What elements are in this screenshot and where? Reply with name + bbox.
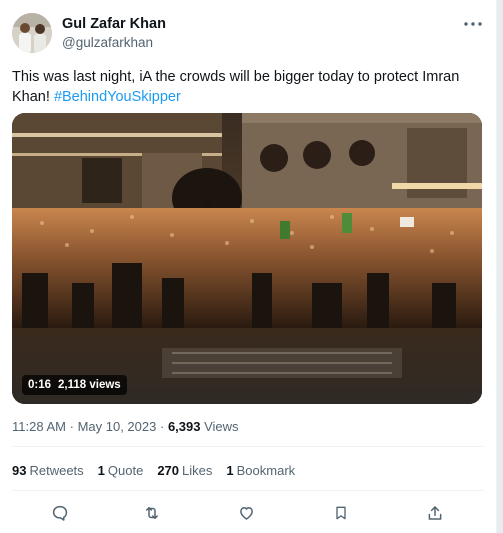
tweet-header: Gul Zafar Khan @gulzafarkhan xyxy=(12,13,484,55)
bookmarks-stat[interactable]: 1 Bookmark xyxy=(226,462,295,479)
hashtag-link[interactable]: #BehindYouSkipper xyxy=(54,89,181,105)
video-player[interactable] xyxy=(12,113,482,404)
author-display-name[interactable]: Gul Zafar Khan xyxy=(62,15,166,34)
video-badge: 0:16 2,118 views xyxy=(22,375,127,395)
avatar[interactable] xyxy=(12,13,52,53)
tweet-date[interactable]: May 10, 2023 xyxy=(78,419,157,434)
quotes-count: 1 xyxy=(97,463,105,478)
views-label: Views xyxy=(204,419,239,434)
more-options-button[interactable] xyxy=(462,15,484,33)
author-handle[interactable]: @gulzafarkhan xyxy=(62,34,166,52)
video-views: 2,118 views xyxy=(58,379,121,391)
bookmarks-count: 1 xyxy=(226,463,234,478)
separator: · xyxy=(69,419,74,434)
tweet-stats: 93 Retweets 1 Quote 270 Likes 1 Bookmark xyxy=(12,462,309,479)
reply-button[interactable] xyxy=(49,502,71,524)
tweet-text: This was last night, iA the crowds will … xyxy=(12,67,480,107)
share-icon xyxy=(428,506,442,520)
quotes-label: Quote xyxy=(107,463,144,478)
bookmark-icon xyxy=(336,506,346,520)
share-button[interactable] xyxy=(424,502,446,524)
video-frame xyxy=(12,113,482,404)
view-count: 6,393 xyxy=(167,419,201,434)
likes-stat[interactable]: 270 Likes xyxy=(157,462,212,479)
retweets-count: 93 xyxy=(12,463,27,478)
divider xyxy=(12,490,484,491)
author-block: Gul Zafar Khan @gulzafarkhan xyxy=(62,15,166,52)
like-button[interactable] xyxy=(235,502,257,524)
bookmark-button[interactable] xyxy=(330,502,352,524)
retweets-stat[interactable]: 93 Retweets xyxy=(12,462,84,479)
retweet-button[interactable] xyxy=(141,502,163,524)
divider xyxy=(12,446,484,447)
likes-count: 270 xyxy=(157,463,180,478)
retweet-icon xyxy=(146,507,158,519)
bookmarks-label: Bookmark xyxy=(236,463,296,478)
tweet-actions xyxy=(12,500,484,526)
reply-icon xyxy=(52,505,68,521)
retweets-label: Retweets xyxy=(29,463,84,478)
tweet-card: Gul Zafar Khan @gulzafarkhan This was la… xyxy=(0,0,497,533)
separator: · xyxy=(159,419,165,434)
video-duration: 0:16 xyxy=(28,379,52,391)
tweet-timestamp: 11:28 AM · May 10, 2023 · 6,393 Views xyxy=(12,418,239,435)
quotes-stat[interactable]: 1 Quote xyxy=(98,462,144,479)
more-icon xyxy=(464,22,482,26)
likes-label: Likes xyxy=(182,463,213,478)
tweet-time[interactable]: 11:28 AM xyxy=(12,419,66,434)
like-icon xyxy=(239,507,253,520)
